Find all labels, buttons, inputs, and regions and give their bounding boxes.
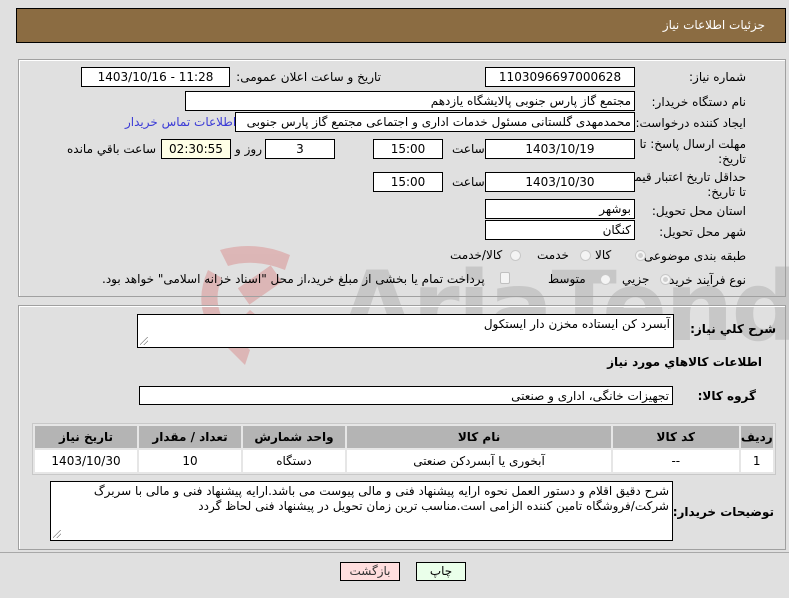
category-radio-service[interactable]	[580, 250, 591, 261]
cell-row-number: 1	[740, 450, 773, 472]
print-button[interactable]: چاپ	[416, 562, 466, 581]
resize-grip-icon[interactable]	[53, 530, 61, 538]
cell-goods-code: --	[613, 450, 739, 472]
general-desc-textarea[interactable]: آبسرد کن ایستاده مخزن دار ایستکول	[137, 314, 674, 348]
announce-datetime-field: 1403/10/16 - 11:28	[81, 67, 230, 87]
col-unit: واحد شمارش	[243, 426, 345, 448]
remaining-days-label: روز و	[235, 142, 262, 156]
reply-deadline-time-field: 15:00	[373, 139, 443, 159]
city-field: کنگان	[485, 220, 635, 240]
need-number-label: شماره نیاز:	[689, 70, 746, 84]
purchase-type-option-minor: جزیي	[622, 272, 650, 286]
cell-quantity: 10	[139, 450, 241, 472]
remaining-time-label: ساعت باقي مانده	[67, 142, 157, 156]
general-desc-text: آبسرد کن ایستاده مخزن دار ایستکول	[483, 317, 670, 331]
cell-unit: دستگاه	[243, 450, 345, 472]
city-label: شهر محل تحویل:	[659, 225, 746, 239]
reply-deadline-label: مهلت ارسال پاسخ: تا تاریخ:	[639, 137, 746, 166]
purchase-type-label: نوع فرآیند خرید :	[661, 273, 746, 287]
table-row: 1 -- آبخوری یا آبسردکن صنعتی دستگاه 10 1…	[35, 450, 773, 472]
col-goods-code: کد کالا	[613, 426, 739, 448]
price-validity-label: حداقل تاریخ اعتبار قیمت: تا تاریخ:	[619, 170, 746, 199]
category-option-goods: کالا	[595, 248, 612, 262]
cell-goods-name: آبخوری یا آبسردکن صنعتی	[346, 450, 612, 472]
remaining-days-field: 3	[265, 139, 335, 159]
general-desc-label: شرح کلي نياز:	[690, 322, 776, 336]
requester-label: ایجاد کننده درخواست:	[635, 116, 746, 130]
category-option-service: خدمت	[537, 248, 569, 262]
price-validity-time-label: ساعت	[452, 175, 485, 189]
footer-divider	[0, 552, 789, 553]
category-option-goods-service: کالا/خدمت	[450, 248, 503, 262]
items-table-header: ردیف کد کالا نام کالا واحد شمارش تعداد /…	[35, 426, 773, 448]
purchase-type-radio-minor[interactable]	[660, 274, 671, 285]
category-label: طبقه بندی موضوعی:	[639, 249, 746, 263]
cell-need-date: 1403/10/30	[35, 450, 138, 472]
back-button[interactable]: بازگشت	[340, 562, 400, 581]
category-radio-goods[interactable]	[635, 250, 646, 261]
reply-deadline-time-label: ساعت	[452, 142, 485, 156]
province-label: استان محل تحویل:	[651, 204, 746, 218]
page-title: جزئیات اطلاعات نیاز	[662, 18, 765, 32]
buyer-org-field: مجتمع گاز پارس جنوبی پالایشگاه یازدهم	[185, 91, 635, 111]
col-row-number: ردیف	[740, 426, 773, 448]
col-quantity: تعداد / مقدار	[139, 426, 241, 448]
remaining-time-field: 02:30:55	[161, 139, 231, 159]
province-field: بوشهر	[485, 199, 635, 219]
buyer-org-label: نام دستگاه خریدار:	[651, 95, 747, 109]
reply-deadline-date-field: 1403/10/19	[485, 139, 635, 159]
resize-grip-icon[interactable]	[140, 337, 148, 345]
items-section-title: اطلاعات کالاهاي مورد نياز	[607, 355, 762, 369]
items-table: ردیف کد کالا نام کالا واحد شمارش تعداد /…	[32, 423, 776, 475]
col-need-date: تاریخ نیاز	[35, 426, 138, 448]
requester-field: محمدمهدی گلستانی مسئول خدمات اداری و اجت…	[235, 112, 635, 132]
goods-group-label: گروه کالا:	[697, 389, 756, 403]
treasury-checkbox[interactable]	[500, 272, 510, 284]
announce-datetime-label: تاریخ و ساعت اعلان عمومی:	[236, 70, 381, 84]
treasury-checkbox-label: پرداخت تمام یا بخشی از مبلغ خرید،از محل …	[102, 272, 485, 286]
goods-group-field: تجهیزات خانگی، اداری و صنعتی	[139, 386, 673, 405]
purchase-type-radio-medium[interactable]	[600, 274, 611, 285]
price-validity-date-field: 1403/10/30	[485, 172, 635, 192]
buyer-notes-label: توضیحات خریدار:	[672, 505, 774, 519]
buyer-contact-link[interactable]: اطلاعات تماس خریدار	[125, 115, 236, 129]
col-goods-name: نام کالا	[346, 426, 612, 448]
purchase-type-option-medium: متوسط	[548, 272, 586, 286]
need-number-field: 1103096697000628	[485, 67, 635, 87]
price-validity-time-field: 15:00	[373, 172, 443, 192]
page-header: جزئیات اطلاعات نیاز	[16, 8, 786, 43]
buyer-notes-textarea[interactable]: شرح دقیق اقلام و دستور العمل نحوه ارایه …	[50, 481, 673, 541]
category-radio-goods-service[interactable]	[510, 250, 521, 261]
buyer-notes-text: شرح دقیق اقلام و دستور العمل نحوه ارایه …	[93, 484, 669, 513]
